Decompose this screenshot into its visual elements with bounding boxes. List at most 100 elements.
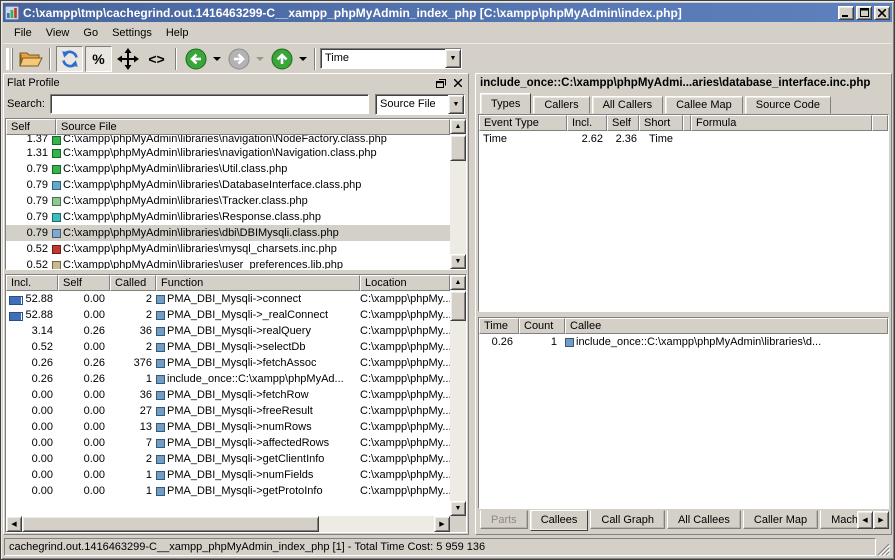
detail-tab[interactable]: All Callers — [592, 96, 664, 114]
detail-tab[interactable]: Types — [480, 93, 531, 114]
column-header-count[interactable]: Count — [519, 318, 565, 334]
dock-title: Flat Profile — [7, 77, 431, 89]
bottom-tab[interactable]: Parts — [480, 510, 528, 529]
up-dropdown-arrow[interactable] — [299, 57, 307, 61]
scroll-down-icon[interactable]: ▼ — [450, 254, 466, 269]
file-list-vscrollbar[interactable]: ▲ ▼ — [450, 119, 466, 269]
column-header-self[interactable]: Self — [6, 119, 56, 135]
column-header-incl[interactable]: Incl. — [6, 275, 58, 291]
column-header-location[interactable]: Location — [360, 275, 450, 291]
function-row[interactable]: 0.00 0.00 1 PMA_DBI_Mysqli->getProtoInfo… — [6, 483, 450, 499]
event-type-selector[interactable]: Time ▼ — [320, 48, 462, 69]
back-button[interactable] — [182, 46, 209, 72]
function-row[interactable]: 0.00 0.00 36 PMA_DBI_Mysqli->fetchRow C:… — [6, 387, 450, 403]
scroll-up-icon[interactable]: ▲ — [450, 275, 466, 290]
detail-tab[interactable]: Callers — [533, 96, 589, 114]
bottom-tab[interactable]: All Callees — [667, 510, 741, 529]
bottom-tab[interactable]: Callees — [530, 510, 589, 531]
file-row[interactable]: 0.79 C:\xampp\phpMyAdmin\libraries\dbi\D… — [6, 225, 450, 241]
dock-title-bar[interactable]: Flat Profile — [5, 75, 467, 91]
tab-scroll-right-icon[interactable]: ▶ — [873, 511, 889, 529]
column-header-formula[interactable]: Formula — [691, 115, 872, 131]
file-row[interactable]: 0.79 C:\xampp\phpMyAdmin\libraries\Respo… — [6, 209, 450, 225]
column-header-time[interactable]: Time — [479, 318, 519, 334]
scroll-left-icon[interactable]: ◀ — [6, 516, 22, 532]
title-bar[interactable]: C:\xampp\tmp\cachegrind.out.1416463299-C… — [3, 3, 892, 22]
function-row[interactable]: 0.52 0.00 2 PMA_DBI_Mysqli->selectDb C:\… — [6, 339, 450, 355]
column-header-source-file[interactable]: Source File — [56, 119, 450, 135]
function-row[interactable]: 0.26 0.26 1 include_once::C:\xampp\phpMy… — [6, 371, 450, 387]
column-header-self[interactable]: Self — [58, 275, 110, 291]
file-row[interactable]: 0.52 C:\xampp\phpMyAdmin\libraries\mysql… — [6, 241, 450, 257]
menu-item[interactable]: Go — [76, 25, 105, 41]
file-row[interactable]: 1.37 C:\xampp\phpMyAdmin\libraries\navig… — [6, 135, 450, 145]
function-row[interactable]: 0.00 0.00 2 PMA_DBI_Mysqli->getClientInf… — [6, 451, 450, 467]
up-button[interactable] — [268, 46, 295, 72]
function-row[interactable]: 0.00 0.00 7 PMA_DBI_Mysqli->affectedRows… — [6, 435, 450, 451]
file-row[interactable]: 0.52 C:\xampp\phpMyAdmin\libraries\user_… — [6, 257, 450, 269]
close-dock-icon[interactable] — [451, 77, 465, 89]
column-header-callee[interactable]: Callee — [565, 318, 888, 334]
back-dropdown-arrow[interactable] — [213, 57, 221, 61]
function-icon — [156, 439, 165, 448]
maximize-button[interactable] — [856, 6, 872, 20]
resize-grip-icon[interactable] — [876, 540, 890, 556]
menu-item[interactable]: View — [39, 25, 77, 41]
file-row[interactable]: 0.79 C:\xampp\phpMyAdmin\libraries\Datab… — [6, 177, 450, 193]
cycle-graph-button[interactable] — [56, 46, 83, 72]
scrollbar-track — [450, 322, 466, 501]
incl-cost: 0.00 — [6, 453, 58, 465]
tab-scroll-left-icon[interactable]: ◀ — [857, 511, 873, 529]
function-row[interactable]: 52.88 0.00 2 PMA_DBI_Mysqli->_realConnec… — [6, 307, 450, 323]
function-table-hscrollbar[interactable]: ◀ ▶ — [6, 516, 450, 532]
function-row[interactable]: 3.14 0.26 36 PMA_DBI_Mysqli->realQuery C… — [6, 323, 450, 339]
self-cost: 0.79 — [6, 179, 52, 191]
scroll-up-icon[interactable]: ▲ — [450, 119, 466, 134]
callee-row[interactable]: 0.26 1 include_once::C:\xampp\phpMyAdmin… — [479, 334, 888, 350]
expand-areas-button[interactable] — [114, 46, 141, 72]
minimize-button[interactable] — [838, 6, 854, 20]
column-header-function[interactable]: Function — [156, 275, 360, 291]
column-header-self[interactable]: Self — [607, 115, 639, 131]
function-row[interactable]: 0.26 0.26 376 PMA_DBI_Mysqli->fetchAssoc… — [6, 355, 450, 371]
detail-tab[interactable]: Callee Map — [665, 96, 743, 114]
function-row[interactable]: 52.88 0.00 2 PMA_DBI_Mysqli->connect C:\… — [6, 291, 450, 307]
menu-item[interactable]: File — [7, 25, 39, 41]
menu-item[interactable]: Settings — [105, 25, 159, 41]
percentage-button[interactable]: % — [85, 46, 112, 72]
menu-item[interactable]: Help — [159, 25, 196, 41]
status-text: cachegrind.out.1416463299-C__xampp_phpMy… — [4, 538, 876, 556]
scrollbar-thumb[interactable] — [450, 135, 466, 161]
relative-cost-button[interactable]: <> — [143, 46, 170, 72]
bottom-tab[interactable]: Caller Map — [743, 510, 818, 529]
file-row[interactable]: 0.79 C:\xampp\phpMyAdmin\libraries\Util.… — [6, 161, 450, 177]
file-row[interactable]: 1.31 C:\xampp\phpMyAdmin\libraries\navig… — [6, 145, 450, 161]
scroll-right-icon[interactable]: ▶ — [434, 516, 450, 532]
function-table-vscrollbar[interactable]: ▲ ▼ — [450, 275, 466, 516]
called-count: 13 — [110, 421, 156, 433]
combo-dropdown-button[interactable]: ▼ — [448, 95, 464, 114]
event-type-row[interactable]: Time 2.62 2.36 Time — [479, 131, 888, 147]
grouping-selector[interactable]: Source File ▼ — [375, 94, 465, 115]
close-button[interactable] — [874, 6, 890, 20]
scrollbar-thumb[interactable] — [22, 516, 319, 532]
column-header-event-type[interactable]: Event Type — [479, 115, 567, 131]
file-path: C:\xampp\phpMyAdmin\libraries\mysql_char… — [63, 243, 337, 255]
function-row[interactable]: 0.00 0.00 1 PMA_DBI_Mysqli->numFields C:… — [6, 467, 450, 483]
file-row[interactable]: 0.79 C:\xampp\phpMyAdmin\libraries\Track… — [6, 193, 450, 209]
combo-dropdown-button[interactable]: ▼ — [445, 49, 461, 68]
function-row[interactable]: 0.00 0.00 27 PMA_DBI_Mysqli->freeResult … — [6, 403, 450, 419]
float-dock-icon[interactable] — [434, 77, 448, 89]
toolbar-handle[interactable] — [8, 48, 13, 70]
column-header-short[interactable]: Short — [639, 115, 683, 131]
column-header-incl[interactable]: Incl. — [567, 115, 607, 131]
detail-tab[interactable]: Source Code — [745, 96, 831, 114]
types-table: Event Type Incl. Self Short Formula Time… — [478, 114, 889, 312]
search-input[interactable] — [50, 94, 369, 114]
open-file-button[interactable] — [17, 46, 44, 72]
column-header-called[interactable]: Called — [110, 275, 156, 291]
bottom-tab[interactable]: Call Graph — [590, 510, 665, 529]
scroll-down-icon[interactable]: ▼ — [450, 501, 466, 516]
scrollbar-thumb[interactable] — [450, 291, 466, 321]
function-row[interactable]: 0.00 0.00 13 PMA_DBI_Mysqli->numRows C:\… — [6, 419, 450, 435]
